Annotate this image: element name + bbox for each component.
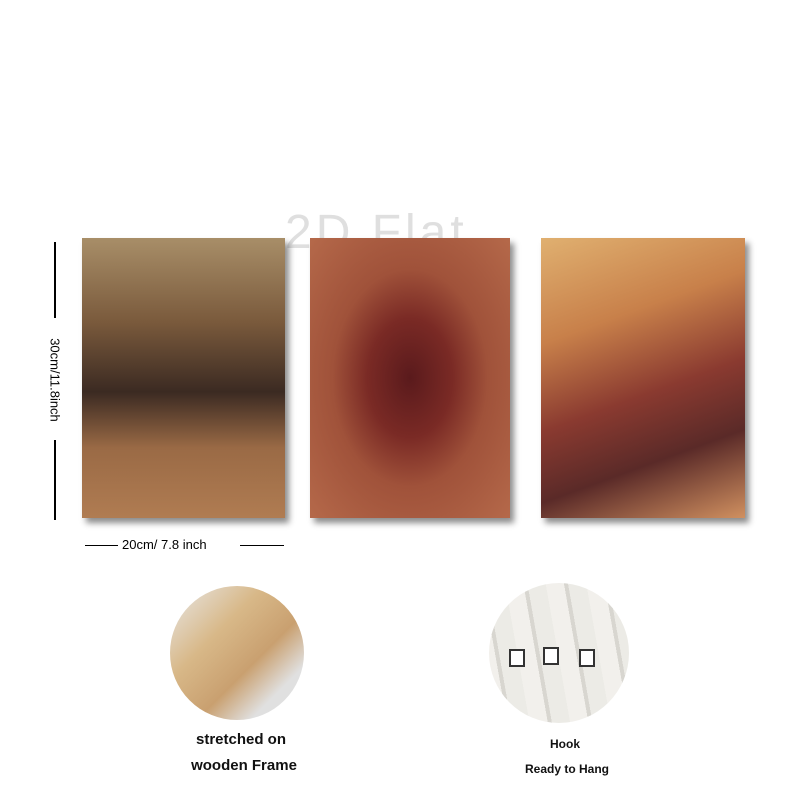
height-dimension-line bbox=[54, 440, 56, 520]
canvas-panel-lips bbox=[310, 238, 510, 518]
height-dimension-line bbox=[54, 242, 56, 318]
frame-caption-line2: wooden Frame bbox=[191, 757, 297, 774]
hook-icon bbox=[509, 649, 525, 667]
width-dimension-line bbox=[85, 545, 118, 546]
width-label: 20cm/ 7.8 inch bbox=[122, 537, 207, 552]
canvas-panel-wine bbox=[541, 238, 745, 518]
hook-caption-line2: Ready to Hang bbox=[524, 762, 610, 776]
width-dimension-line bbox=[240, 545, 284, 546]
frame-caption-line1: stretched on bbox=[195, 731, 287, 748]
canvas-panel-money bbox=[82, 238, 285, 518]
hook-photo bbox=[489, 583, 629, 723]
hook-caption-line1: Hook bbox=[550, 737, 580, 751]
wooden-frame-photo bbox=[170, 586, 304, 720]
height-label: 30cm/11.8inch bbox=[47, 338, 63, 422]
hook-icon bbox=[543, 647, 559, 665]
hook-icon bbox=[579, 649, 595, 667]
